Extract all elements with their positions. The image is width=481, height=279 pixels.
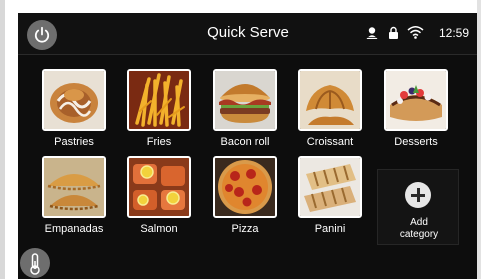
category-tile-croissant[interactable]: Croissant — [289, 69, 371, 155]
panini-image — [298, 156, 362, 218]
desserts-image — [384, 69, 448, 131]
category-label: Pastries — [54, 136, 94, 148]
category-tile-pizza[interactable]: Pizza — [204, 156, 286, 242]
category-label: Salmon — [140, 223, 178, 235]
category-tile-bacon-roll[interactable]: Bacon roll — [204, 69, 286, 155]
category-label: Croissant — [306, 136, 354, 148]
category-label: Bacon roll — [220, 136, 270, 148]
category-tile-pastries[interactable]: Pastries — [33, 69, 115, 155]
page-title: Quick Serve — [207, 24, 289, 41]
wifi-icon[interactable] — [407, 25, 424, 39]
power-icon — [34, 26, 50, 43]
top-bar: Quick Serve 12:59 — [18, 13, 477, 55]
category-label: Fries — [146, 136, 172, 148]
temperature-button[interactable] — [20, 248, 50, 278]
lock-icon[interactable] — [388, 26, 399, 40]
bezel-right-edge — [477, 0, 481, 279]
screen: Quick Serve 12:59 Pastries Fries Bacon r… — [18, 13, 477, 279]
pastries-image — [42, 69, 106, 131]
category-tile-empanadas[interactable]: Empanadas — [33, 156, 115, 242]
status-icons: 12:59 — [357, 23, 477, 45]
clock: 12:59 — [438, 26, 469, 40]
add-category-label: Add category — [378, 217, 460, 241]
thermometer-icon — [30, 253, 40, 275]
plus-icon — [405, 182, 431, 208]
category-tile-fries[interactable]: Fries — [118, 69, 200, 155]
fries-image — [127, 69, 191, 131]
add-label-line2: category — [399, 229, 439, 240]
salmon-image — [127, 156, 191, 218]
bezel-left-edge — [0, 0, 5, 279]
category-label: Desserts — [394, 136, 438, 148]
category-label: Pizza — [231, 223, 259, 235]
power-button[interactable] — [27, 20, 57, 50]
category-tile-panini[interactable]: Panini — [289, 156, 371, 242]
pizza-image — [213, 156, 277, 218]
category-label: Empanadas — [44, 223, 104, 235]
bacon-roll-image — [213, 69, 277, 131]
category-label: Panini — [314, 223, 346, 235]
croissant-image — [298, 69, 362, 131]
add-category-button[interactable]: Add category — [377, 169, 459, 245]
category-tile-salmon[interactable]: Salmon — [118, 156, 200, 242]
empanadas-image — [42, 156, 106, 218]
add-label-line1: Add — [410, 217, 428, 228]
category-tile-desserts[interactable]: Desserts — [375, 69, 457, 155]
user-icon[interactable] — [365, 26, 379, 40]
